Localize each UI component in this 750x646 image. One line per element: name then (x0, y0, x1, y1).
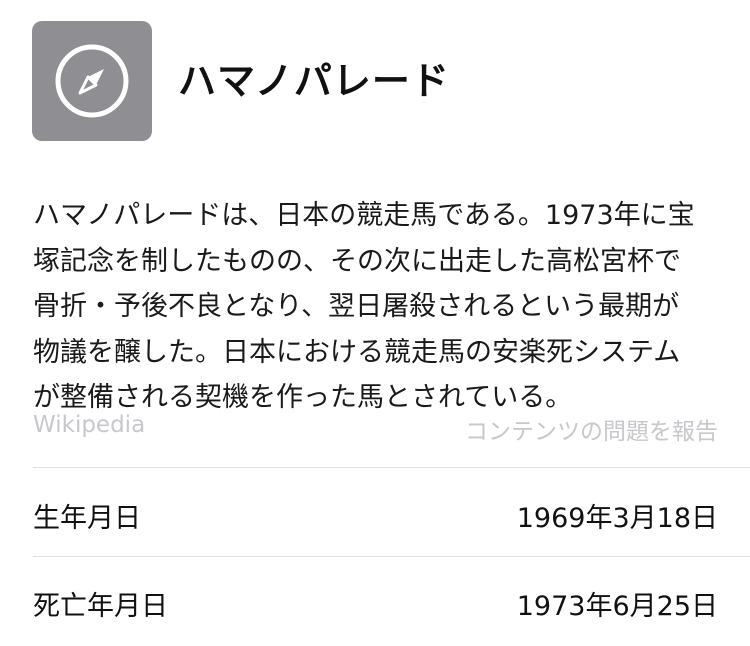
info-value: 1969年3月18日 (516, 503, 718, 534)
info-value: 1973年6月25日 (516, 591, 718, 622)
info-row-death-date: 死亡年月日 1973年6月25日 (33, 558, 718, 646)
source-link[interactable]: Wikipedia (33, 412, 145, 438)
report-content-issue-link[interactable]: コンテンツの問題を報告 (465, 412, 718, 446)
info-label: 死亡年月日 (33, 591, 168, 622)
knowledge-card: ハマノパレード ハマノパレードは、日本の競走馬である。1973年に宝 塚記念を制… (0, 0, 750, 642)
divider (33, 467, 750, 468)
description-line: 物議を醸した。日本における競走馬の安楽死システム (33, 336, 681, 368)
divider (33, 556, 750, 557)
entity-title: ハマノパレード (178, 59, 450, 103)
description-line: 塚記念を制したものの、その次に出走した高松宮杯で (33, 245, 681, 277)
description-line: 骨折・予後不良となり、翌日屠殺されるという最期が (33, 291, 680, 322)
entity-description: ハマノパレードは、日本の競走馬である。1973年に宝 塚記念を制したものの、その… (33, 193, 723, 421)
compass-icon (55, 44, 129, 118)
description-line: ハマノパレードは、日本の競走馬である。1973年に宝 (33, 200, 695, 231)
source-row: Wikipedia コンテンツの問題を報告 (33, 408, 718, 446)
safari-app-icon (32, 21, 152, 141)
info-row-birth-date: 生年月日 1969年3月18日 (33, 470, 718, 558)
info-label: 生年月日 (33, 503, 141, 534)
